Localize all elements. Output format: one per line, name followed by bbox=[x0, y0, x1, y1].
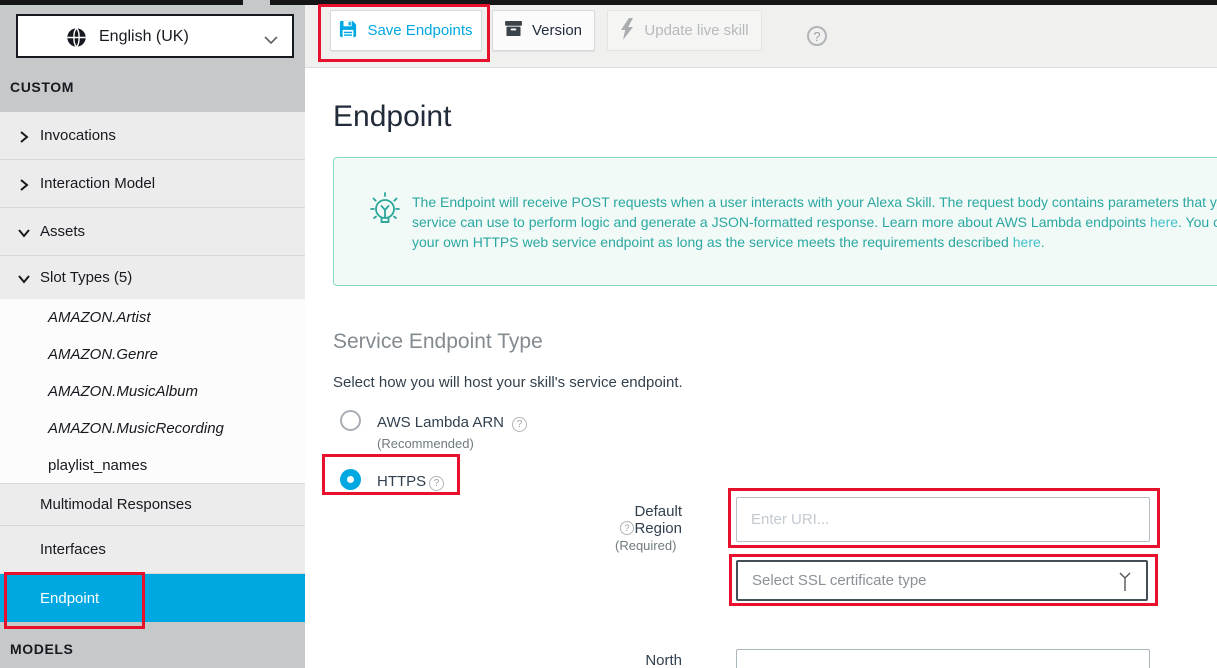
chevron-down-icon bbox=[18, 272, 30, 284]
chevron-down-icon bbox=[18, 226, 30, 238]
sidebar-item-amazon-musicrecording[interactable]: AMAZON.MusicRecording bbox=[0, 410, 305, 447]
save-button-label: Save Endpoints bbox=[367, 22, 472, 39]
north-america-label: North America bbox=[592, 652, 682, 668]
default-region-label: Default Region bbox=[592, 503, 682, 537]
select-arrow-icon bbox=[1118, 570, 1132, 594]
sidebar: English (UK) CUSTOM Invocations Interact… bbox=[0, 5, 305, 668]
https-radio[interactable] bbox=[340, 469, 361, 490]
lambda-endpoints-here-link[interactable]: here bbox=[1150, 214, 1178, 230]
chevron-right-icon bbox=[18, 130, 30, 142]
sidebar-nav: Invocations Interaction Model Assets Slo… bbox=[0, 112, 305, 622]
sidebar-item-amazon-musicalbum[interactable]: AMAZON.MusicAlbum bbox=[0, 373, 305, 410]
ssl-select-placeholder: Select SSL certificate type bbox=[752, 572, 927, 589]
north-america-input[interactable] bbox=[736, 649, 1150, 668]
section-header-custom: CUSTOM bbox=[10, 79, 74, 95]
version-icon bbox=[505, 21, 522, 40]
sidebar-item-interfaces[interactable]: Interfaces bbox=[0, 526, 305, 574]
sidebar-item-playlist-names[interactable]: playlist_names bbox=[0, 447, 305, 483]
sidebar-item-amazon-genre[interactable]: AMAZON.Genre bbox=[0, 336, 305, 373]
sidebar-item-endpoint[interactable]: Endpoint bbox=[0, 574, 305, 622]
section-subtitle: Select how you will host your skill's se… bbox=[333, 374, 683, 391]
default-region-help-icon[interactable]: ? bbox=[620, 521, 634, 535]
page-title: Endpoint bbox=[333, 100, 451, 134]
aws-lambda-arn-radio[interactable] bbox=[340, 410, 361, 431]
sidebar-item-slot-types[interactable]: Slot Types (5) bbox=[0, 256, 305, 299]
version-button[interactable]: Version bbox=[492, 10, 595, 51]
uri-input[interactable] bbox=[736, 497, 1150, 542]
sidebar-item-amazon-artist[interactable]: AMAZON.Artist bbox=[0, 299, 305, 336]
lightning-icon bbox=[620, 18, 634, 44]
save-endpoints-button[interactable]: Save Endpoints bbox=[330, 10, 482, 51]
required-label: (Required) bbox=[615, 538, 676, 553]
ssl-certificate-select[interactable]: Select SSL certificate type bbox=[736, 560, 1148, 601]
version-button-label: Version bbox=[532, 22, 582, 39]
sidebar-item-interaction-model[interactable]: Interaction Model bbox=[0, 160, 305, 208]
language-label: English (UK) bbox=[99, 28, 189, 46]
update-button-label: Update live skill bbox=[644, 22, 748, 39]
slot-types-sublist: AMAZON.Artist AMAZON.Genre AMAZON.MusicA… bbox=[0, 299, 305, 483]
sidebar-item-multimodal-responses[interactable]: Multimodal Responses bbox=[0, 483, 305, 526]
lightbulb-icon bbox=[365, 190, 405, 234]
language-selector[interactable]: English (UK) bbox=[16, 14, 294, 58]
section-heading: Service Endpoint Type bbox=[333, 330, 543, 354]
aws-lambda-arn-label: AWS Lambda ARN bbox=[377, 414, 504, 431]
chevron-down-icon bbox=[264, 32, 278, 41]
sidebar-item-invocations[interactable]: Invocations bbox=[0, 112, 305, 160]
info-text: The Endpoint will receive POST requests … bbox=[412, 192, 1217, 252]
https-help-icon[interactable]: ? bbox=[429, 476, 444, 491]
save-icon bbox=[339, 20, 357, 42]
sidebar-item-assets[interactable]: Assets bbox=[0, 208, 305, 256]
recommended-label: (Recommended) bbox=[377, 436, 474, 451]
requirements-here-link[interactable]: here bbox=[1013, 234, 1041, 250]
https-label: HTTPS bbox=[377, 473, 426, 490]
chevron-right-icon bbox=[18, 178, 30, 190]
toolbar-help-icon[interactable]: ? bbox=[807, 26, 827, 46]
section-header-models: MODELS bbox=[10, 641, 74, 657]
lambda-help-icon[interactable]: ? bbox=[512, 417, 527, 432]
globe-icon bbox=[66, 27, 87, 48]
update-live-skill-button[interactable]: Update live skill bbox=[607, 10, 762, 51]
